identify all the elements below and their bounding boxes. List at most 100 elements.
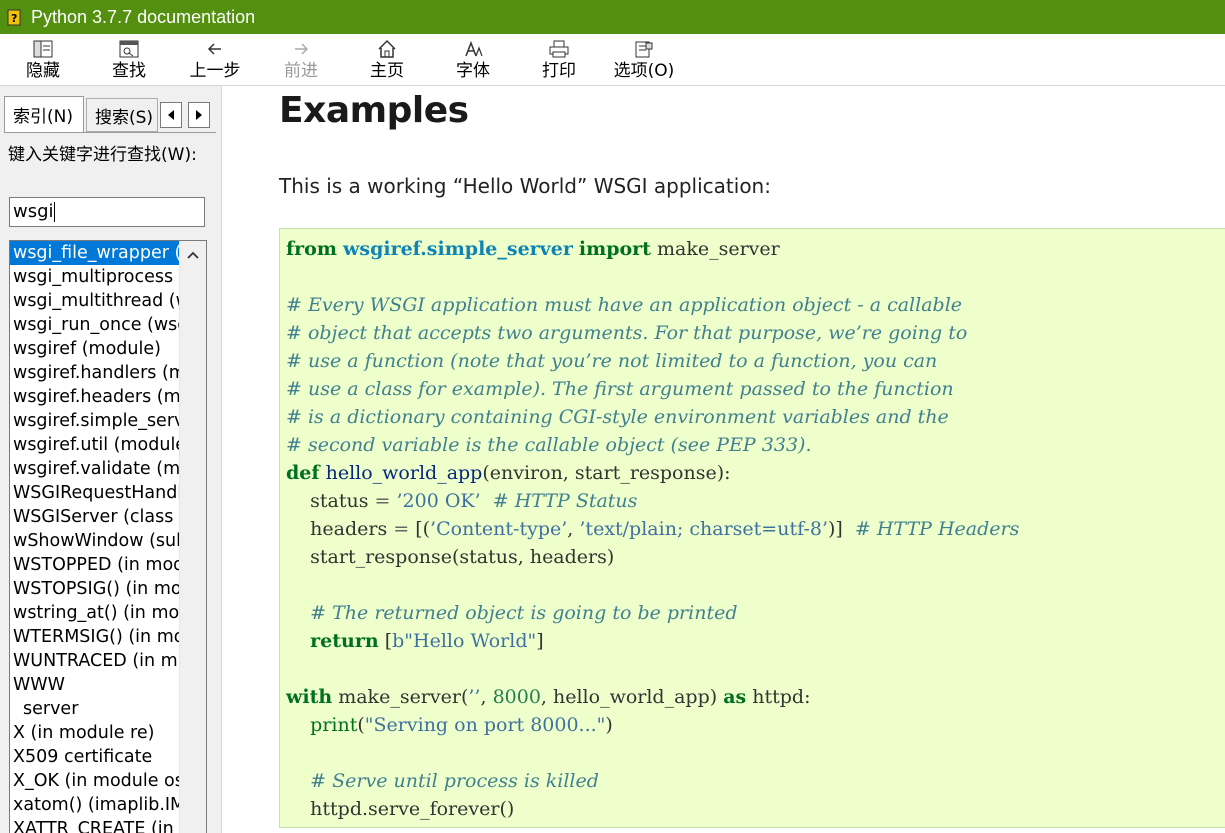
font-button[interactable]: 字体: [433, 34, 513, 86]
tab-index-label: 索引(N): [13, 107, 73, 127]
index-list-item[interactable]: WSTOPSIG() (in mo: [10, 577, 180, 601]
index-list-item[interactable]: WSGIRequestHandl: [10, 481, 180, 505]
triangle-right-icon: [196, 110, 202, 120]
index-list[interactable]: wsgi_file_wrapper (wsgi_multiprocess (ws…: [9, 240, 207, 833]
home-icon: [378, 39, 396, 58]
index-list-item[interactable]: WTERMSIG() (in mo: [10, 625, 180, 649]
svg-text:?: ?: [11, 12, 17, 25]
forward-arrow-icon: [295, 43, 309, 55]
keyword-input[interactable]: wsgi: [9, 197, 205, 227]
index-list-item[interactable]: wsgiref.util (module: [10, 433, 180, 457]
options-button-label: 选项(O): [613, 61, 675, 81]
print-button-label: 打印: [542, 61, 576, 81]
code-token: # object that accepts two arguments. For…: [286, 322, 968, 344]
code-token: # Every WSGI application must have an ap…: [286, 294, 963, 316]
vertical-scrollbar[interactable]: [179, 241, 206, 833]
code-token: # The returned object is going to be pri…: [310, 602, 738, 624]
tab-scroll-right-button[interactable]: [188, 102, 210, 128]
code-token: ’text/plain; charset=utf-8’: [579, 518, 828, 540]
chevron-up-icon: [187, 251, 199, 259]
find-button[interactable]: 查找: [89, 34, 169, 86]
code-token: start_response(status, headers): [286, 546, 615, 568]
index-list-item[interactable]: wsgiref.handlers (m: [10, 361, 180, 385]
code-token: import: [578, 238, 651, 260]
index-list-item[interactable]: WUNTRACED (in m: [10, 649, 180, 673]
tab-scroll-left-button[interactable]: [160, 102, 182, 128]
index-list-item[interactable]: wsgiref.headers (mo: [10, 385, 180, 409]
code-token: # use a function (note that you’re not l…: [286, 350, 938, 372]
code-token: wsgiref.simple_server: [343, 238, 573, 260]
code-token: (environ, start_response):: [482, 462, 731, 484]
code-line: status = ’200 OK’ # HTTP Status: [286, 487, 1019, 515]
back-arrow-icon: [207, 43, 221, 55]
code-token: )]: [828, 518, 855, 540]
keyword-label: 键入关键字进行查找(W):: [8, 145, 197, 165]
index-list-item[interactable]: X (in module re): [10, 721, 180, 745]
hide-button[interactable]: 隐藏: [3, 34, 83, 86]
text-caret: [53, 202, 55, 222]
help-book-icon: ?: [7, 9, 21, 26]
scroll-up-button[interactable]: [180, 241, 206, 269]
code-token: [(: [409, 518, 431, 540]
index-list-item[interactable]: wsgiref (module): [10, 337, 180, 361]
code-token: httpd.serve_forever(): [286, 798, 515, 820]
code-token: as: [723, 686, 747, 708]
code-line: httpd.serve_forever(): [286, 795, 1019, 823]
index-list-item[interactable]: X_OK (in module os: [10, 769, 180, 793]
font-icon: [465, 40, 483, 57]
index-list-item[interactable]: X509 certificate: [10, 745, 180, 769]
content-pane[interactable]: Examples This is a working “Hello World”…: [223, 86, 1225, 833]
home-button[interactable]: 主页: [347, 34, 427, 86]
code-token: hello_world_app: [325, 462, 483, 484]
print-button[interactable]: 打印: [519, 34, 599, 86]
code-token: from: [286, 238, 337, 260]
forward-button-label: 前进: [284, 61, 318, 81]
index-list-item[interactable]: WSGIServer (class in: [10, 505, 180, 529]
intro-paragraph: This is a working “Hello World” WSGI app…: [279, 174, 771, 198]
code-line: from wsgiref.simple_server import make_s…: [286, 235, 1019, 263]
hide-button-label: 隐藏: [26, 61, 60, 81]
forward-button[interactable]: 前进: [261, 34, 341, 86]
index-list-item[interactable]: WSTOPPED (in mod: [10, 553, 180, 577]
code-token: # Serve until process is killed: [310, 770, 599, 792]
index-list-item[interactable]: wsgi_file_wrapper (: [10, 241, 180, 265]
index-list-item[interactable]: xatom() (imaplib.IM: [10, 793, 180, 817]
index-list-item[interactable]: wShowWindow (sub: [10, 529, 180, 553]
tab-search[interactable]: 搜索(S): [86, 98, 158, 132]
index-list-item[interactable]: WWW: [10, 673, 180, 697]
index-list-item[interactable]: server: [10, 697, 180, 721]
code-line: # is a dictionary containing CGI-style e…: [286, 403, 1019, 431]
triangle-left-icon: [168, 110, 174, 120]
code-token: httpd:: [746, 686, 811, 708]
code-token: print: [310, 714, 358, 736]
index-list-item[interactable]: wsgi_multiprocess (: [10, 265, 180, 289]
index-list-item[interactable]: wsgi_run_once (wsg: [10, 313, 180, 337]
back-button[interactable]: 上一步: [175, 34, 255, 86]
index-list-item[interactable]: XATTR_CREATE (in: [10, 817, 180, 833]
index-list-item[interactable]: wstring_at() (in mod: [10, 601, 180, 625]
code-token: with: [286, 686, 333, 708]
options-button[interactable]: 选项(O): [604, 34, 684, 86]
code-token: make_server: [650, 238, 780, 260]
code-line: def hello_world_app(environ, start_respo…: [286, 459, 1019, 487]
window-title: Python 3.7.7 documentation: [31, 6, 256, 27]
code-token: "Serving on port 8000...": [364, 714, 606, 736]
index-list-item[interactable]: wsgiref.simple_serv: [10, 409, 180, 433]
code-token: , hello_world_app): [540, 686, 724, 708]
index-list-item[interactable]: wsgiref.validate (mo: [10, 457, 180, 481]
tab-index[interactable]: 索引(N): [4, 96, 84, 132]
find-icon: [119, 40, 139, 58]
title-bar: ? Python 3.7.7 documentation: [0, 0, 1225, 34]
index-items: wsgi_file_wrapper (wsgi_multiprocess (ws…: [10, 241, 180, 833]
index-list-item[interactable]: wsgi_multithread (w: [10, 289, 180, 313]
code-token: b"Hello World": [392, 630, 537, 652]
code-line: # second variable is the callable object…: [286, 431, 1019, 459]
code-token: ): [605, 714, 613, 736]
toolbar: 隐藏 查找 上一步 前进 主页 字体 打印 选项(O): [0, 34, 1225, 86]
